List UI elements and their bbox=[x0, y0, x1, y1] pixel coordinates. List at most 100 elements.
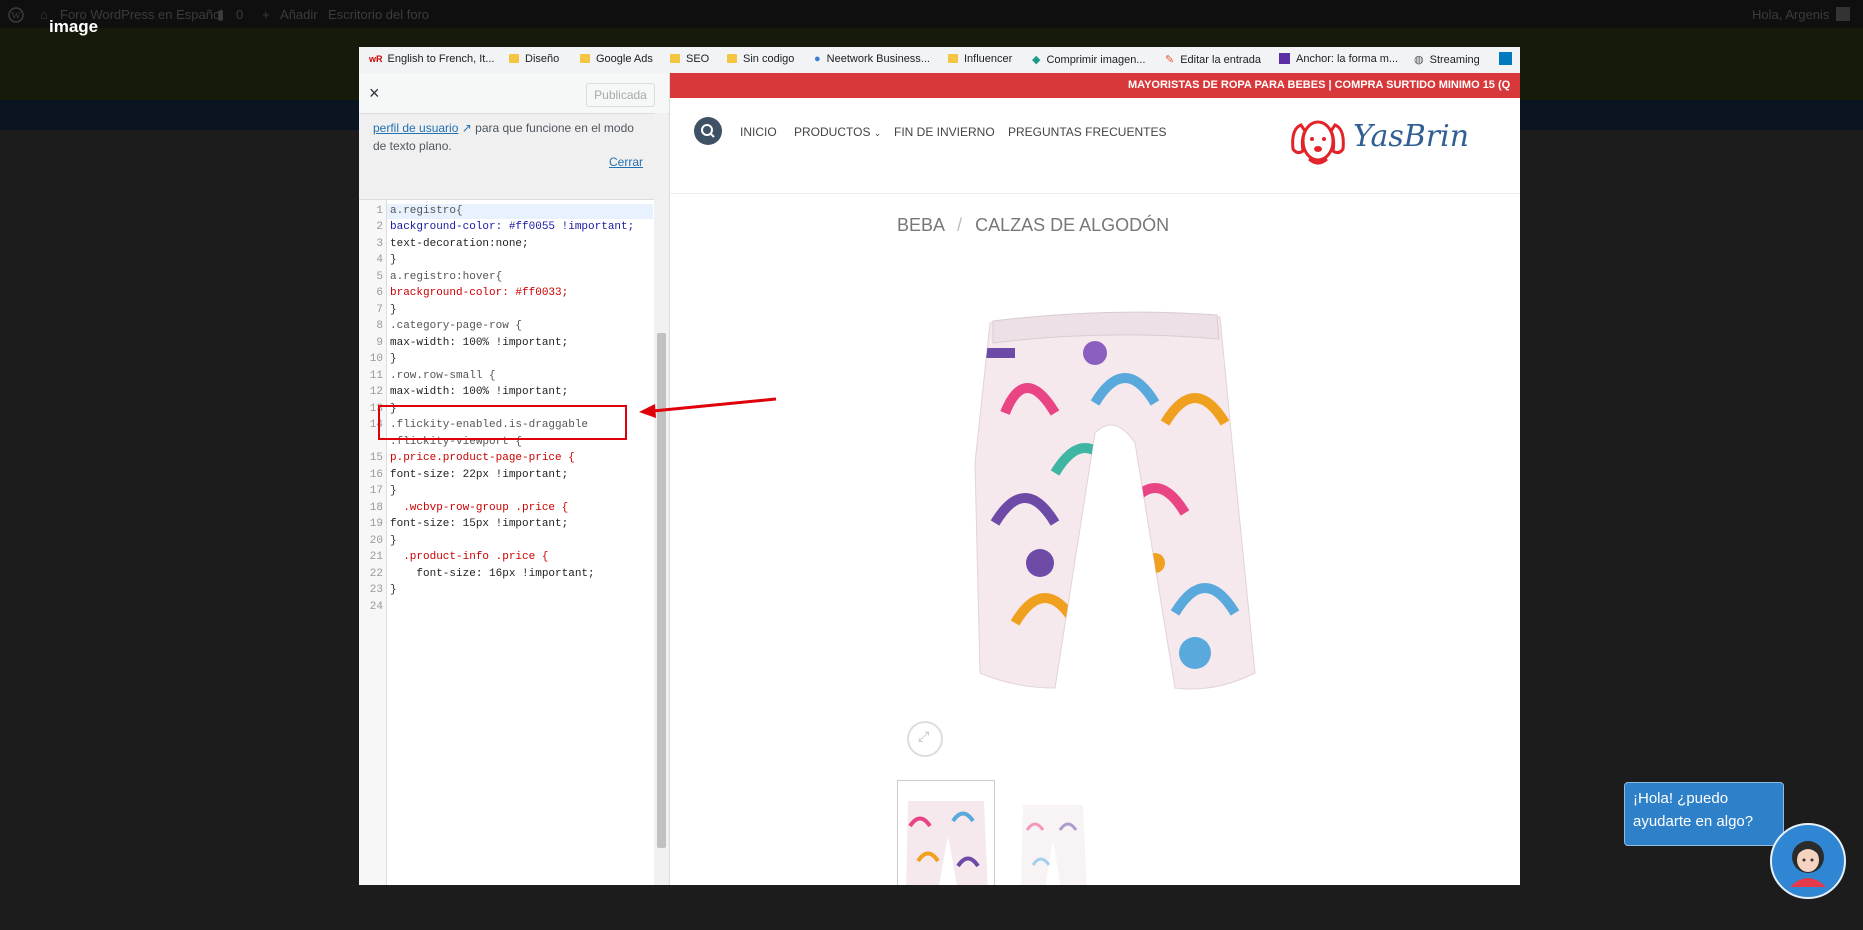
plain-text-note: perfil de usuario ↗ para que funcione en… bbox=[373, 119, 648, 155]
line-number: 5 bbox=[376, 271, 383, 283]
add-new-link[interactable]: Añadir bbox=[280, 7, 318, 22]
line-number: 22 bbox=[369, 568, 383, 580]
line-number: 8 bbox=[376, 320, 383, 332]
edit-icon: ✎ bbox=[1165, 54, 1175, 66]
agent-avatar-icon bbox=[1790, 841, 1826, 887]
chat-avatar-button[interactable] bbox=[1770, 823, 1846, 899]
code-line: max-width: 100% !important; bbox=[390, 386, 569, 398]
bookmark-item[interactable]: ● Neetwork Business... bbox=[814, 53, 930, 65]
bookmark-folder[interactable]: Sin codigo bbox=[727, 53, 794, 65]
code-line: max-width: 100% !important; bbox=[390, 337, 569, 349]
comment-icon: ▮ bbox=[217, 7, 225, 22]
breadcrumb: BEBA / CALZAS DE ALGODÓN bbox=[897, 215, 1169, 236]
line-number: 6 bbox=[376, 287, 383, 299]
bookmark-folder[interactable]: Influencer bbox=[948, 53, 1012, 65]
chat-line-1: ¡Hola! ¿puedo bbox=[1633, 790, 1729, 807]
wordpress-logo-icon[interactable]: W bbox=[8, 7, 24, 26]
code-line: .row.row-small { bbox=[390, 370, 496, 382]
line-number: 16 bbox=[369, 469, 383, 481]
home-icon: ⌂ bbox=[40, 7, 48, 22]
breadcrumb-calzas: CALZAS DE ALGODÓN bbox=[975, 215, 1170, 235]
search-button[interactable] bbox=[694, 117, 722, 145]
user-avatar-icon[interactable] bbox=[1836, 7, 1850, 21]
thumbnail-image bbox=[1021, 805, 1087, 885]
code-line: } bbox=[390, 584, 397, 596]
line-number: 12 bbox=[369, 386, 383, 398]
product-thumbnail[interactable] bbox=[1005, 780, 1101, 885]
store-logo[interactable]: YasBrin bbox=[1287, 111, 1469, 171]
plus-icon: + bbox=[262, 7, 270, 22]
nav-preguntas-frecuentes[interactable]: PREGUNTAS FRECUENTES bbox=[1008, 125, 1166, 139]
nav-productos[interactable]: PRODUCTOS ⌄ bbox=[794, 125, 881, 139]
code-line: .wcbvp-row-group .price { bbox=[390, 502, 569, 514]
trello-icon[interactable] bbox=[1499, 52, 1512, 65]
line-number: 4 bbox=[376, 254, 383, 266]
chat-bubble[interactable]: ¡Hola! ¿puedo ayudarte en algo? bbox=[1624, 782, 1784, 846]
bookmarks-bar: wR English to French, It... Diseño Google… bbox=[359, 47, 1520, 74]
expand-icon: ⤢ bbox=[918, 728, 930, 744]
line-number: 7 bbox=[376, 304, 383, 316]
bookmark-folder[interactable]: SEO bbox=[670, 53, 709, 65]
code-line: .product-info .price { bbox=[390, 551, 549, 563]
bookmark-item[interactable]: ◍ Streaming bbox=[1414, 53, 1480, 66]
bookmark-item[interactable]: Anchor: la forma m... bbox=[1279, 53, 1398, 65]
line-number: 17 bbox=[369, 485, 383, 497]
code-line: } bbox=[390, 535, 397, 547]
line-number: 9 bbox=[376, 337, 383, 349]
breadcrumb-beba[interactable]: BEBA bbox=[897, 215, 944, 235]
line-number: 2 bbox=[376, 221, 383, 233]
line-number: 21 bbox=[369, 551, 383, 563]
nav-fin-de-invierno[interactable]: FIN DE INVIERNO bbox=[894, 125, 995, 139]
wp-admin-bar: W ⌂ Foro WordPress en Español ▮ 0 + Añad… bbox=[0, 0, 1863, 28]
product-thumbnail[interactable] bbox=[897, 780, 995, 885]
screenshot-image: wR English to French, It... Diseño Google… bbox=[359, 47, 1520, 885]
external-link-icon: ↗ bbox=[461, 121, 472, 135]
code-line: } bbox=[390, 254, 397, 266]
line-number: 23 bbox=[369, 584, 383, 596]
code-line: font-size: 22px !important; bbox=[390, 469, 569, 481]
zoom-button[interactable]: ⤢ bbox=[907, 721, 943, 757]
annotation-arrow-icon bbox=[639, 397, 777, 418]
code-line: .category-page-row { bbox=[390, 320, 523, 332]
anchor-icon bbox=[1279, 53, 1290, 64]
product-image[interactable] bbox=[945, 293, 1275, 713]
code-line: font-size: 16px !important; bbox=[390, 568, 595, 580]
bookmark-item[interactable]: ◆ Comprimir imagen... bbox=[1032, 53, 1146, 66]
dog-logo-icon bbox=[1291, 120, 1345, 165]
folder-icon bbox=[670, 54, 680, 63]
bookmark-item[interactable]: ✎ Editar la entrada bbox=[1165, 53, 1261, 66]
line-number: 3 bbox=[376, 238, 383, 250]
code-line: font-size: 15px !important; bbox=[390, 518, 569, 530]
bookmark-folder[interactable]: Diseño bbox=[509, 53, 559, 65]
close-button[interactable]: × bbox=[369, 83, 380, 104]
css-code-editor[interactable]: 1 2 3 4 5 6 7 8 9 10 11 12 13 14 15 16 1… bbox=[359, 199, 654, 885]
line-number: 24 bbox=[369, 601, 383, 613]
store-preview: MAYORISTAS DE ROPA PARA BEBES | COMPRA S… bbox=[670, 73, 1520, 885]
comments-count[interactable]: 0 bbox=[236, 7, 243, 22]
line-number: 18 bbox=[369, 502, 383, 514]
nav-inicio[interactable]: INICIO bbox=[740, 125, 777, 139]
greeting-link[interactable]: Hola, Argenis bbox=[1752, 7, 1829, 22]
code-line: brackground-color: #ff0033; bbox=[390, 287, 569, 299]
line-number: 20 bbox=[369, 535, 383, 547]
code-line: text-decoration:none; bbox=[390, 238, 529, 250]
bookmark-item[interactable]: wR English to French, It... bbox=[369, 53, 495, 65]
annotation-highlight-box bbox=[378, 405, 627, 440]
publish-button[interactable]: Publicada bbox=[586, 83, 655, 107]
folder-icon bbox=[509, 54, 519, 63]
code-line: } bbox=[390, 304, 397, 316]
line-number-gutter: 1 2 3 4 5 6 7 8 9 10 11 12 13 14 15 16 1… bbox=[359, 200, 387, 885]
line-number: 10 bbox=[369, 353, 383, 365]
folder-icon bbox=[948, 54, 958, 63]
cerrar-link[interactable]: Cerrar bbox=[609, 155, 643, 169]
user-profile-link[interactable]: perfil de usuario bbox=[373, 121, 458, 135]
panel-scrollbar[interactable] bbox=[655, 113, 668, 885]
line-number: 11 bbox=[369, 370, 383, 382]
svg-text:W: W bbox=[11, 11, 21, 22]
line-number: 19 bbox=[369, 518, 383, 530]
folder-icon bbox=[727, 54, 737, 63]
bookmark-folder[interactable]: Google Ads bbox=[580, 53, 653, 65]
logo-text: YasBrin bbox=[1353, 119, 1470, 154]
forum-desk-link[interactable]: Escritorio del foro bbox=[328, 7, 429, 22]
code-line: a.registro:hover{ bbox=[390, 271, 503, 283]
